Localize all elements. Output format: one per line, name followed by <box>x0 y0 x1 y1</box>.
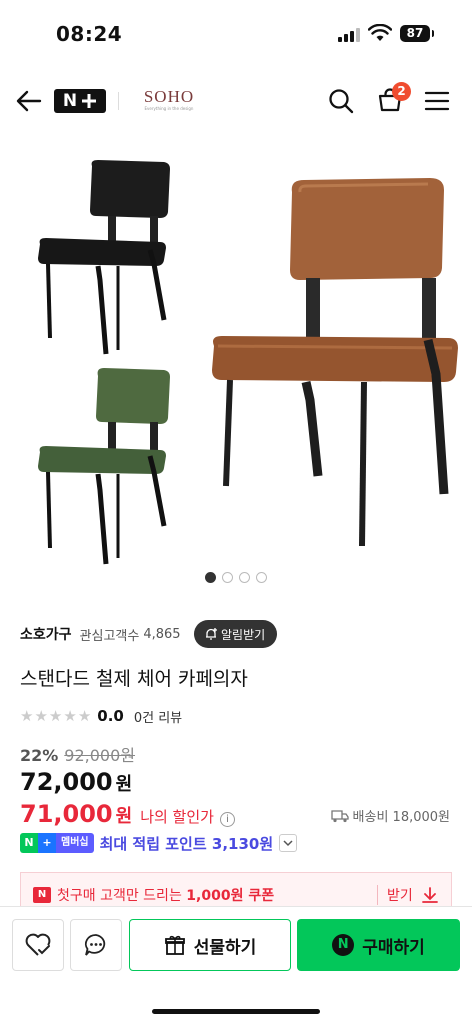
image-pagination <box>0 572 472 583</box>
seller-name[interactable]: 소호가구 <box>20 624 72 644</box>
wifi-icon <box>368 24 392 41</box>
star-icon: ★ <box>20 706 34 725</box>
price-block: 22% 92,000원 72,000 원 71,000 원 나의 할인가 i 배… <box>20 742 460 830</box>
wishlist-button[interactable] <box>12 919 64 971</box>
home-indicator <box>152 1009 320 1014</box>
rating-value: 0.0 <box>97 707 124 725</box>
product-title: 스탠다드 철제 체어 카페의자 <box>20 668 248 690</box>
star-icon: ★ <box>34 706 48 725</box>
brown-chair-image <box>212 178 458 547</box>
sale-price: 72,000 <box>20 768 113 796</box>
buy-button[interactable]: N 구매하기 <box>297 919 460 971</box>
signal-icon <box>338 28 360 42</box>
sale-price-unit: 원 <box>115 774 133 795</box>
back-arrow-icon[interactable] <box>14 86 44 116</box>
star-icon: ★ <box>48 706 63 725</box>
naver-plus-logo[interactable]: N <box>54 89 106 113</box>
chevron-down-icon[interactable] <box>279 834 298 852</box>
coupon-divider <box>377 885 378 905</box>
header-divider <box>118 92 119 110</box>
my-discount-label: 나의 할인가 <box>140 808 214 826</box>
gift-button[interactable]: 선물하기 <box>129 919 291 971</box>
cart-count-badge: 2 <box>392 82 411 101</box>
product-image[interactable] <box>0 150 472 570</box>
star-icon: ★ <box>77 706 92 725</box>
black-chair-image <box>38 160 170 355</box>
seller-fav-count: 4,865 <box>143 626 181 642</box>
search-icon[interactable] <box>326 86 356 116</box>
naver-pay-icon: N <box>332 934 355 956</box>
discount-rate: 22% <box>20 746 59 765</box>
talk-button[interactable] <box>70 919 122 971</box>
chat-bubble-icon <box>84 934 106 956</box>
star-icon: ★ <box>63 706 77 725</box>
status-bar: 08:24 87 <box>0 0 472 70</box>
heart-check-icon <box>25 933 51 956</box>
pagination-dot[interactable] <box>222 572 233 583</box>
membership-badge: N + 멤버십 <box>20 833 94 853</box>
rating-stars: ★ ★ ★ ★ ★ <box>20 706 92 725</box>
menu-icon[interactable] <box>422 86 452 116</box>
gift-icon <box>164 935 185 955</box>
seller-fav-label: 관심고객수 <box>79 628 140 644</box>
original-price: 92,000원 <box>64 746 136 765</box>
brand-logo[interactable]: SOHO Everything in the design <box>138 88 200 112</box>
alert-subscribe-button[interactable]: 알림받기 <box>194 620 278 648</box>
info-icon[interactable]: i <box>219 812 235 827</box>
plus-icon <box>82 94 97 108</box>
download-icon <box>421 887 438 903</box>
bottom-action-bar: 선물하기 N 구매하기 <box>0 906 472 1024</box>
truck-icon <box>330 809 349 822</box>
max-points: 최대 적립 포인트 3,130원 <box>99 834 274 853</box>
pagination-dot[interactable] <box>205 572 216 583</box>
my-discount-price: 71,000 <box>20 800 113 828</box>
shipping-fee: 배송비 18,000원 <box>330 806 450 825</box>
my-discount-unit: 원 <box>115 806 133 827</box>
pagination-dot[interactable] <box>239 572 250 583</box>
naver-coupon-icon: N <box>33 886 51 903</box>
bell-plus-icon <box>206 628 217 640</box>
coupon-get-button[interactable]: 받기 <box>387 885 439 905</box>
battery-indicator: 87 <box>400 25 434 42</box>
review-count: 0건 리뷰 <box>133 710 183 726</box>
pagination-dot[interactable] <box>256 572 267 583</box>
green-chair-image <box>38 368 170 565</box>
status-time: 08:24 <box>56 22 123 46</box>
rating-row[interactable]: ★ ★ ★ ★ ★ 0.0 0건 리뷰 <box>20 705 182 727</box>
coupon-text: 첫구매 고객만 드리는 1,000원 쿠폰 <box>57 887 275 904</box>
seller-row: 소호가구 관심고객수 4,865 알림받기 <box>20 620 460 648</box>
points-row[interactable]: N + 멤버십 최대 적립 포인트 3,130원 <box>20 832 298 854</box>
